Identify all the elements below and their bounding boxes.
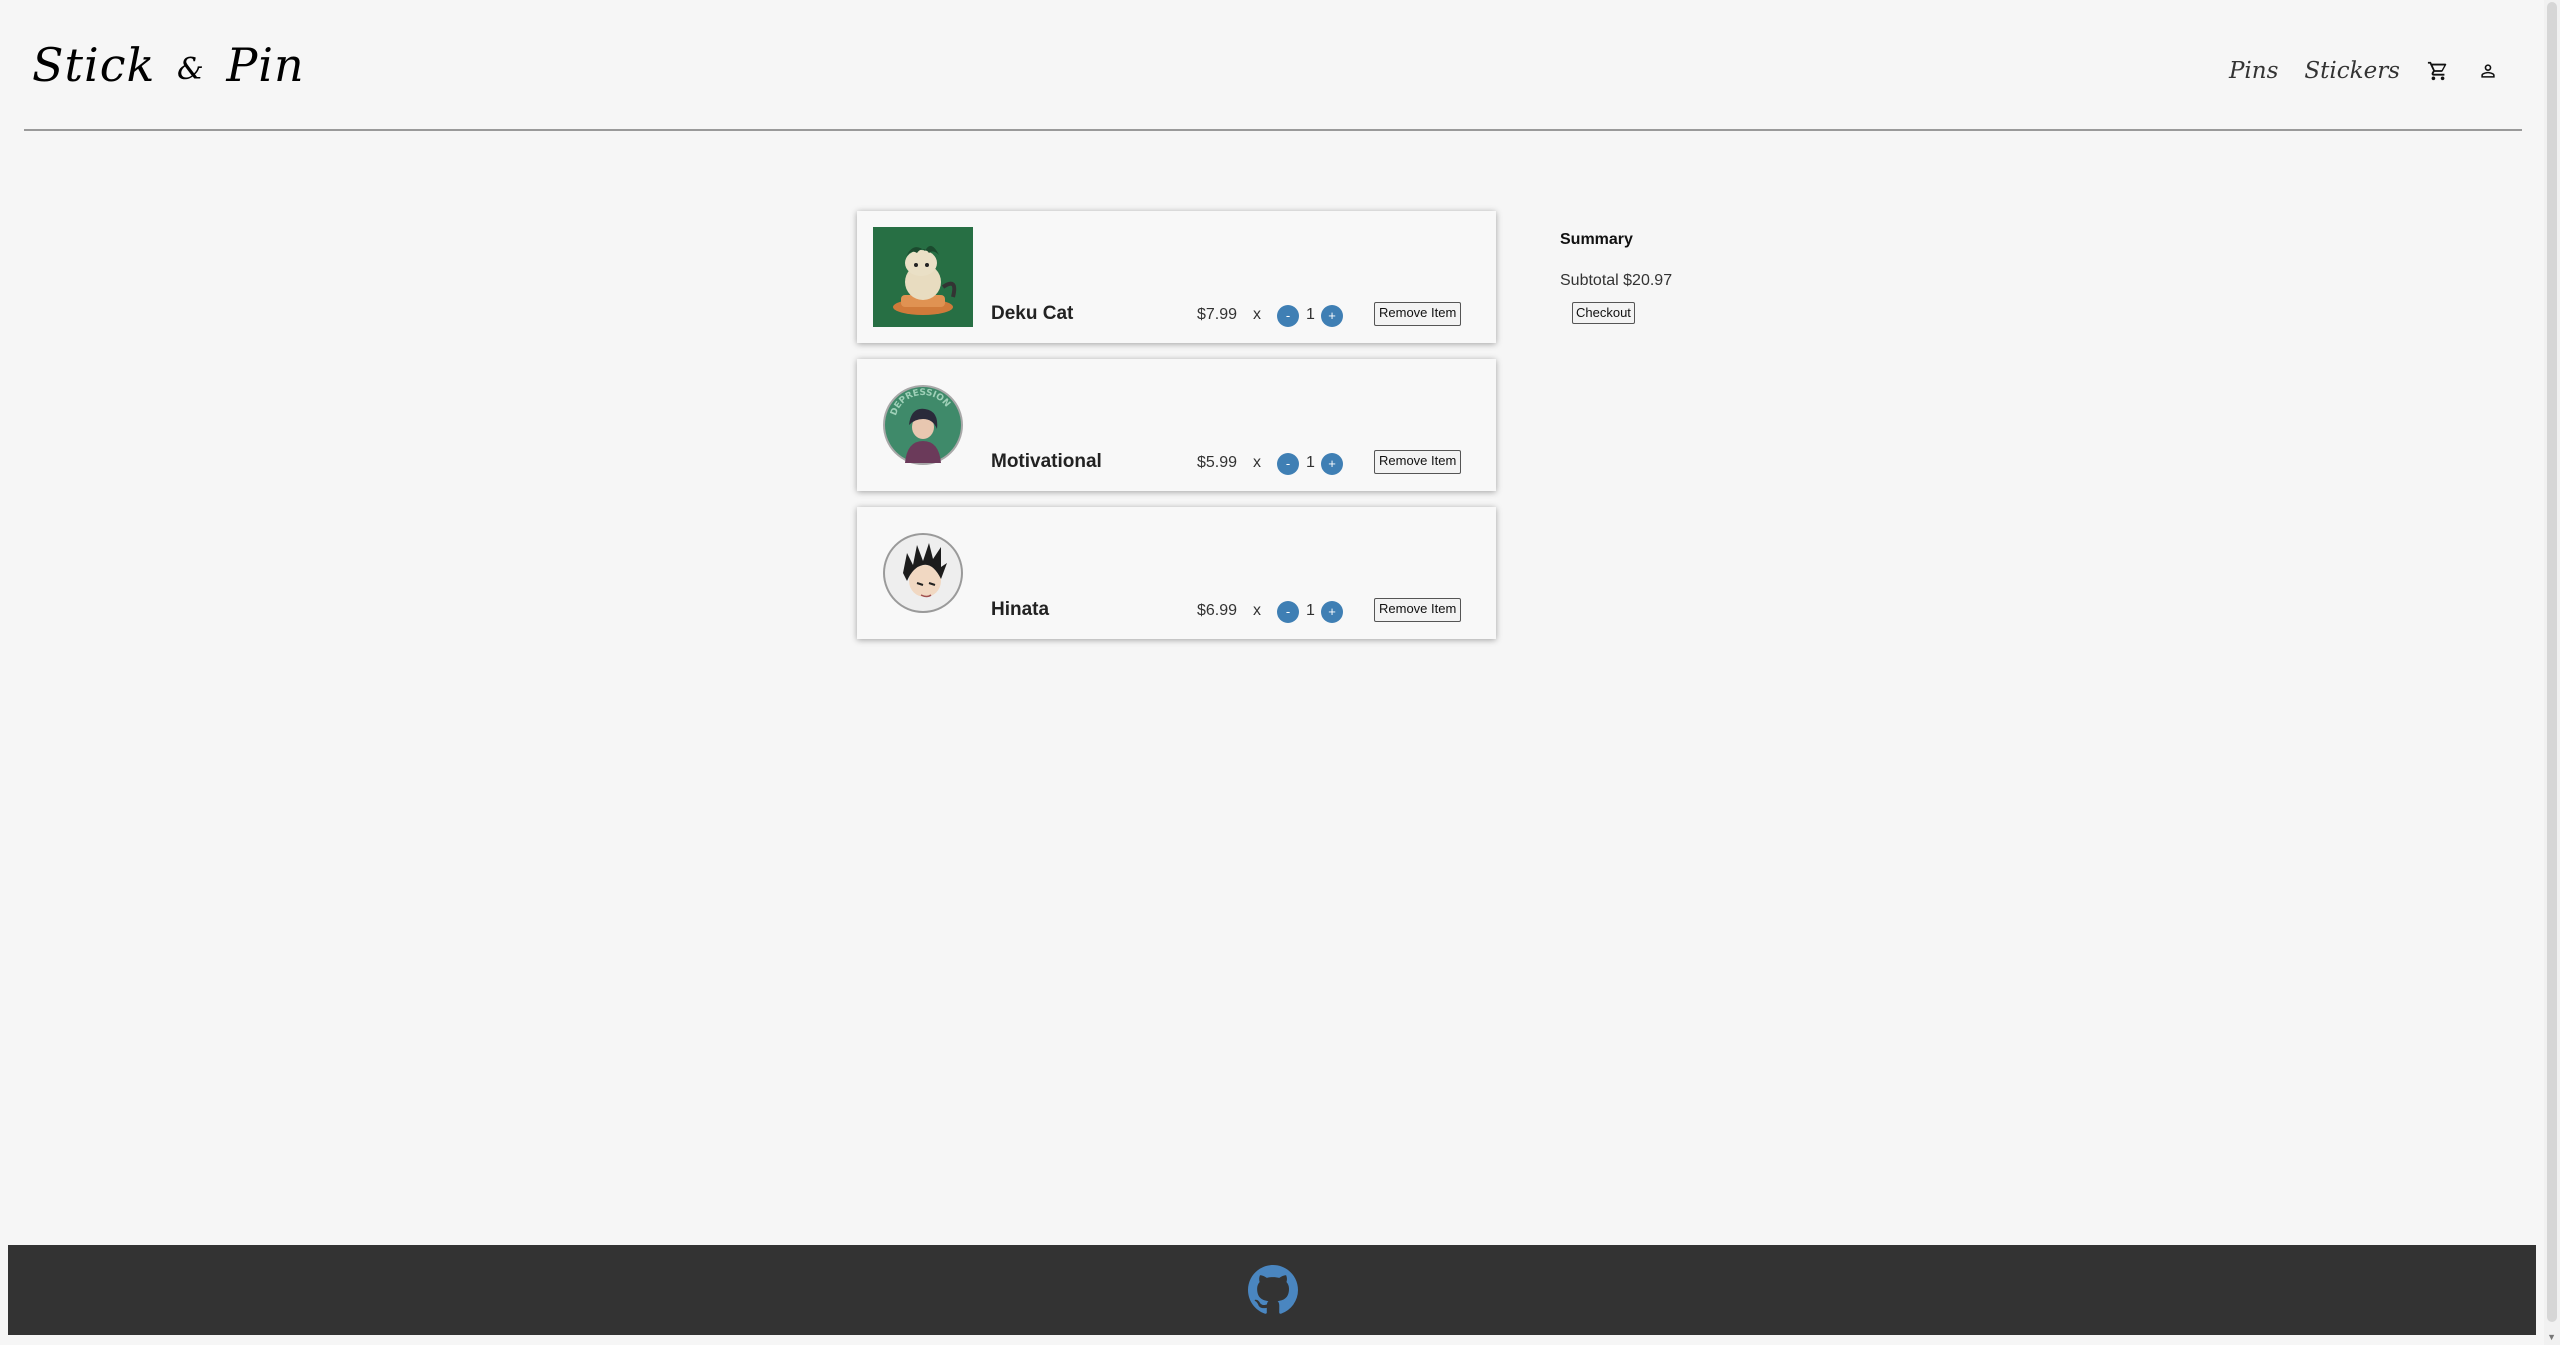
cart-item: Deku Cat $7.99 x - 1 + Remove Item xyxy=(857,211,1496,343)
subtotal-text: Subtotal $20.97 xyxy=(1560,272,1673,289)
site-footer xyxy=(8,1245,2536,1335)
item-price: $5.99 xyxy=(1197,454,1238,471)
logo-ampersand: & xyxy=(176,51,205,87)
item-name: Motivational xyxy=(991,451,1102,472)
increase-quantity-button[interactable]: + xyxy=(1321,305,1343,327)
logo-word-pin: Pin xyxy=(226,38,305,92)
person-icon[interactable] xyxy=(2476,59,2500,83)
scrollbar-thumb[interactable] xyxy=(2547,2,2557,1322)
item-times-symbol: x xyxy=(1253,306,1261,323)
item-times-symbol: x xyxy=(1253,602,1261,619)
hinata-pin-image xyxy=(883,533,963,613)
logo-word-stick: Stick xyxy=(32,38,156,92)
motivational-pin-image: DEPRESSION xyxy=(883,385,963,465)
item-price: $7.99 xyxy=(1197,306,1238,323)
item-quantity: 1 xyxy=(1306,306,1315,323)
page-scrollbar[interactable]: ▼ xyxy=(2544,0,2560,1345)
item-price: $6.99 xyxy=(1197,602,1238,619)
item-quantity: 1 xyxy=(1306,454,1315,471)
remove-item-button[interactable]: Remove Item xyxy=(1374,598,1462,622)
checkout-button[interactable]: Checkout xyxy=(1572,302,1635,324)
item-name: Deku Cat xyxy=(991,303,1074,324)
item-name: Hinata xyxy=(991,599,1050,620)
remove-item-button[interactable]: Remove Item xyxy=(1374,450,1462,474)
decrease-quantity-button[interactable]: - xyxy=(1277,453,1299,475)
main-nav: Pins Stickers xyxy=(2203,58,2500,84)
scroll-down-arrow-icon[interactable]: ▼ xyxy=(2547,1332,2556,1342)
nav-pins-link[interactable]: Pins xyxy=(2229,58,2278,84)
order-summary: Summary Subtotal $20.97 Checkout xyxy=(1560,231,1672,324)
nav-stickers-link[interactable]: Stickers xyxy=(2304,58,2400,84)
item-times-symbol: x xyxy=(1253,454,1261,471)
summary-title: Summary xyxy=(1560,231,1633,248)
deku-cat-image xyxy=(873,227,973,327)
cart-item: DEPRESSION Motivational $5.99 x - 1 + Re… xyxy=(857,359,1496,491)
github-icon[interactable] xyxy=(1248,1265,1298,1315)
increase-quantity-button[interactable]: + xyxy=(1321,601,1343,623)
cart-icon[interactable] xyxy=(2426,59,2450,83)
increase-quantity-button[interactable]: + xyxy=(1321,453,1343,475)
site-logo[interactable]: Stick & Pin xyxy=(32,38,305,92)
item-quantity: 1 xyxy=(1306,602,1315,619)
decrease-quantity-button[interactable]: - xyxy=(1277,601,1299,623)
cart-item: Hinata $6.99 x - 1 + Remove Item xyxy=(857,507,1496,639)
site-header: Stick & Pin Pins Stickers xyxy=(24,0,2522,131)
decrease-quantity-button[interactable]: - xyxy=(1277,305,1299,327)
remove-item-button[interactable]: Remove Item xyxy=(1374,302,1462,326)
